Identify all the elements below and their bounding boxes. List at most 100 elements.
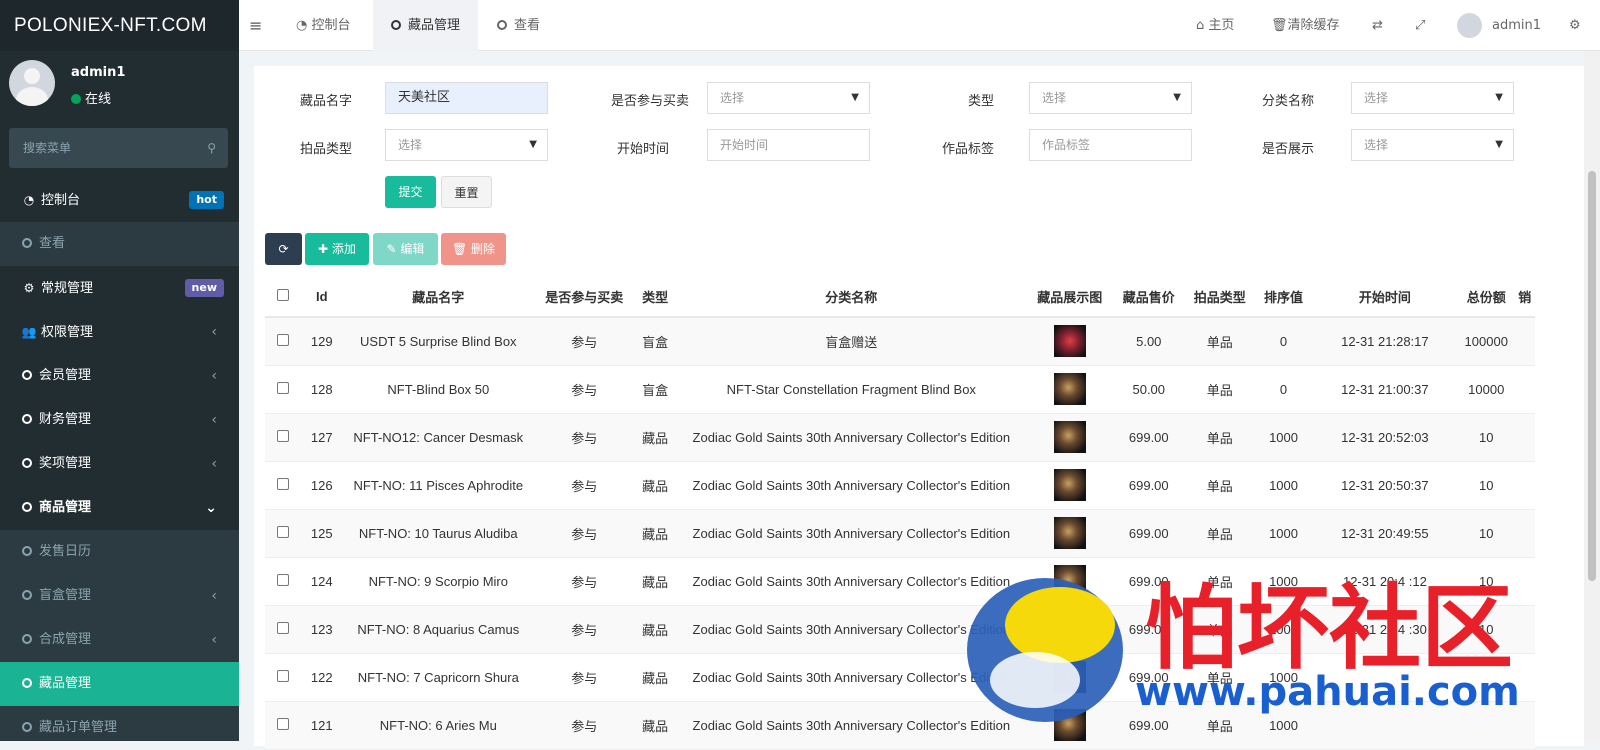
tab-collections[interactable]: 藏品管理 [373, 0, 479, 51]
submit-button[interactable]: 提交 [385, 176, 436, 208]
show-select[interactable]: 选择 ▼ [1351, 129, 1514, 161]
fullscreen-icon[interactable]: ⤢ [1415, 0, 1425, 51]
cell-category: Zodiac Gold Saints 30th Anniversary Coll… [676, 653, 1027, 702]
menu-toggle-icon[interactable]: ≡ [249, 0, 269, 51]
sidebar-item-orders[interactable]: 藏品订单管理 [0, 706, 239, 741]
delete-button[interactable]: 🗑 删除 [441, 233, 506, 265]
select-all-checkbox[interactable] [265, 276, 302, 318]
collection-thumbnail[interactable] [1053, 469, 1086, 501]
cell-sales [1514, 317, 1535, 366]
sidebar-item-collections[interactable]: 藏品管理 [0, 662, 239, 706]
table-row[interactable]: 124 NFT-NO: 9 Scorpio Miro 参与 藏品 Zodiac Gold… [265, 557, 1535, 606]
col-category[interactable]: 分类名称 [676, 276, 1027, 318]
row-checkbox[interactable] [265, 413, 302, 462]
collection-thumbnail[interactable] [1053, 661, 1086, 693]
refresh-button[interactable]: ⟳ [265, 233, 302, 265]
row-checkbox[interactable] [265, 557, 302, 606]
dashboard-icon: ◔ [296, 18, 312, 33]
user-menu[interactable]: admin1 [1457, 0, 1541, 51]
collection-thumbnail[interactable] [1053, 421, 1086, 453]
collection-thumbnail[interactable] [1053, 373, 1086, 405]
sidebar-item-dashboard[interactable]: ◔ 控制台 hot [0, 178, 239, 222]
cell-type: 藏品 [633, 557, 677, 606]
cell-trade: 参与 [534, 701, 634, 750]
cell-total: 10 [1457, 605, 1515, 654]
col-name[interactable]: 藏品名字 [342, 276, 535, 318]
cell-price: 699.00 [1113, 413, 1185, 462]
cell-id: 124 [301, 557, 343, 606]
sidebar-item-members[interactable]: 会员管理 ‹ [0, 354, 239, 398]
col-total[interactable]: 总份额 [1457, 276, 1515, 318]
edit-button[interactable]: ✎ 编辑 [373, 233, 438, 265]
sidebar-item-calendar[interactable]: 发售日历 [0, 530, 239, 574]
col-trade[interactable]: 是否参与买卖 [534, 276, 634, 318]
category-select[interactable]: 选择 ▼ [1351, 82, 1514, 114]
collection-thumbnail[interactable] [1053, 709, 1086, 741]
col-image[interactable]: 藏品展示图 [1026, 276, 1114, 318]
row-checkbox[interactable] [265, 461, 302, 510]
sidebar-item-products[interactable]: 商品管理 ⌄ [0, 486, 239, 530]
row-checkbox[interactable] [265, 365, 302, 414]
sidebar-search-input[interactable]: 搜索菜单 ⚲ [9, 128, 228, 168]
tag-input[interactable]: 作品标签 [1029, 129, 1192, 161]
home-link[interactable]: ⌂ 主页 [1196, 0, 1234, 51]
cogs-icon: ⚙ [23, 281, 35, 295]
settings-gear-icon[interactable]: ⚙ [1569, 0, 1581, 51]
table-row[interactable]: 126 NFT-NO: 11 Pisces Aphrodite 参与 藏品 Zodiac… [265, 461, 1535, 510]
collection-thumbnail[interactable] [1053, 613, 1086, 645]
hot-badge: hot [189, 191, 224, 209]
reset-button[interactable]: 重置 [441, 176, 492, 208]
type-select[interactable]: 选择 ▼ [1029, 82, 1192, 114]
col-start[interactable]: 开始时间 [1311, 276, 1458, 318]
new-badge: new [184, 279, 224, 297]
table-row[interactable]: 129 USDT 5 Surprise Blind Box 参与 盲盒 盲盒赠送 5.00… [265, 317, 1535, 366]
page-scrollbar[interactable] [1584, 51, 1600, 741]
col-auction[interactable]: 拍品类型 [1184, 276, 1256, 318]
row-checkbox[interactable] [265, 653, 302, 702]
col-id[interactable]: Id [301, 276, 343, 318]
row-checkbox[interactable] [265, 317, 302, 366]
tab-dashboard[interactable]: ◔ 控制台 [284, 0, 363, 51]
table-row[interactable]: 122 NFT-NO: 7 Capricorn Shura 参与 藏品 Zodiac G… [265, 653, 1535, 702]
collection-thumbnail[interactable] [1053, 325, 1086, 358]
table-row[interactable]: 127 NFT-NO12: Cancer Desmask 参与 藏品 Zodiac Go… [265, 413, 1535, 462]
trade-select[interactable]: 选择 ▼ [707, 82, 870, 114]
sidebar-item-awards[interactable]: 奖项管理 ‹ [0, 442, 239, 486]
sidebar-item-finance[interactable]: 财务管理 ‹ [0, 398, 239, 442]
sidebar-item-view[interactable]: 查看 [0, 222, 239, 266]
sidebar-item-general[interactable]: ⚙ 常规管理 new [0, 266, 239, 310]
col-sort[interactable]: 排序值 [1255, 276, 1312, 318]
cell-type: 藏品 [633, 653, 677, 702]
tab-view[interactable]: 查看 [489, 0, 546, 51]
table-body: 129 USDT 5 Surprise Blind Box 参与 盲盒 盲盒赠送 5.00… [265, 317, 1535, 750]
dashboard-icon: ◔ [23, 193, 35, 207]
row-checkbox[interactable] [265, 605, 302, 654]
sidebar-item-synthesis[interactable]: 合成管理 ‹ [0, 618, 239, 662]
collection-thumbnail[interactable] [1053, 565, 1086, 597]
cell-image [1026, 317, 1114, 366]
clear-cache-link[interactable]: 🗑清除缓存 [1271, 0, 1340, 51]
scrollbar-thumb[interactable] [1588, 171, 1596, 581]
chevron-left-icon: ‹ [211, 324, 217, 340]
collection-thumbnail[interactable] [1053, 517, 1086, 549]
col-price[interactable]: 藏品售价 [1113, 276, 1185, 318]
add-button[interactable]: ✚ 添加 [305, 233, 369, 265]
cell-id: 122 [301, 653, 343, 702]
table-row[interactable]: 125 NFT-NO: 10 Taurus Aludiba 参与 藏品 Zodiac G… [265, 509, 1535, 558]
col-sales[interactable]: 销 [1514, 276, 1535, 318]
table-row[interactable]: 128 NFT-Blind Box 50 参与 盲盒 NFT-Star Constell… [265, 365, 1535, 414]
name-input[interactable]: 天美社区 [385, 82, 548, 114]
table-row[interactable]: 121 NFT-NO: 6 Aries Mu 参与 藏品 Zodiac Gold Sai… [265, 701, 1535, 750]
col-type[interactable]: 类型 [633, 276, 677, 318]
row-checkbox[interactable] [265, 509, 302, 558]
sidebar-item-label: 盲盒管理 [39, 588, 92, 603]
translate-icon[interactable]: ⇄ [1372, 0, 1383, 51]
row-checkbox[interactable] [265, 701, 302, 750]
sidebar-item-blindbox[interactable]: 盲盒管理 ‹ [0, 574, 239, 618]
app-logo[interactable]: POLONIEX-NFT.COM [0, 0, 239, 51]
sidebar-item-permissions[interactable]: 👥 权限管理 ‹ [0, 310, 239, 354]
table-row[interactable]: 123 NFT-NO: 8 Aquarius Camus 参与 藏品 Zodiac Go… [265, 605, 1535, 654]
auction-select[interactable]: 选择 ▼ [385, 129, 548, 161]
start-time-input[interactable]: 开始时间 [707, 129, 870, 161]
search-icon[interactable]: ⚲ [207, 128, 216, 168]
